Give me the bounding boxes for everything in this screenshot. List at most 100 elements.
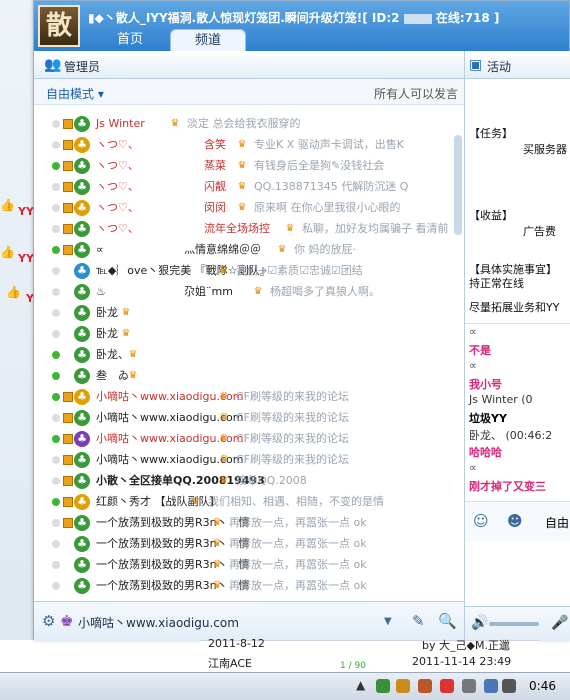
crown-icon: ♛ [128, 349, 138, 360]
user-row[interactable]: ♣ ヽつ♡、 蒸菜 ♛ 有钱身后全是狗✎没钱社会 [34, 155, 454, 177]
battery-icon[interactable] [462, 679, 476, 693]
volume-slider[interactable] [489, 622, 539, 626]
user-row[interactable]: ♣ 小嘀咕丶www.xiaodigu.com ♛ CF刷等级的来我的论坛 [34, 449, 454, 471]
edit-icon[interactable]: ✎ [412, 612, 425, 630]
activity-header[interactable]: ▣ 活动 [465, 51, 570, 79]
bg-yy-label: YY [18, 205, 34, 218]
user-row[interactable]: ♣ ヽつ♡、 含笑 ♛ 专业K X 驱动声卡调试，出售K [34, 134, 454, 156]
vip-icon [63, 413, 73, 423]
user-role-icon: ♣ [74, 410, 90, 426]
monitor-icon[interactable] [484, 679, 498, 693]
status-dot [52, 561, 60, 569]
window-title-text: ▮◆丶散人_IYY福洞.散人惊现灯笼团.瞬间升级灯笼![ ID:2 [88, 11, 400, 25]
user-role-icon: ♣ [74, 473, 90, 489]
user-row[interactable]: ♣ 卧龙 ♛ [34, 323, 454, 345]
qq-tray-icon[interactable] [440, 679, 454, 693]
mic-icon[interactable]: 🎤 [551, 615, 568, 631]
task-label: 【任务】 [469, 127, 513, 140]
user-row[interactable]: ♣ ∝ 灬情意绵绵＠＠ ♛ 你 妈的放屁· [34, 239, 454, 261]
vip-icon [63, 119, 73, 129]
user-name: ヽつ♡、 [96, 159, 139, 172]
user-row[interactable]: ♣ 一个放荡到极致的男R3n丶 情 ♛ 再奔放一点，再嚣张一点 ok [34, 512, 454, 534]
volume-bar: 🔊 🎤 [465, 606, 570, 641]
user-row[interactable]: ♣ 红颜丶秀才 【战队副队】 ♛ 我们相知、相遇、相随，不变的是情 [34, 491, 454, 513]
user-name: 卧龙 [96, 306, 118, 319]
emoji-icon[interactable]: ☺ [473, 512, 489, 530]
user-row[interactable]: ♣ 卧龙 ♛ [34, 302, 454, 324]
chat-message: 卧龙、 (00:46:2 [469, 429, 553, 442]
tab-home[interactable]: 首页 [94, 29, 166, 51]
redacted-block [403, 13, 432, 24]
user-row[interactable]: ♣ 叁 ゐ ♛ [34, 365, 454, 387]
user-name: Js Winter [96, 117, 145, 130]
admin-panel-header[interactable]: 👥 管理员 [34, 51, 464, 79]
crown-icon: ♛ [237, 181, 247, 192]
search-icon[interactable]: 🔍 [438, 612, 457, 630]
user-role-icon: ♣ [74, 536, 90, 552]
user-row[interactable]: ♣ ℡◆︴ove丶狠完美 『戰隊☆副队』 ♛ 我们→☑素质☑忠诚☑团结 [34, 260, 454, 282]
user-role-icon: ♣ [74, 347, 90, 363]
forum-date-1: 2011-8-12 [208, 637, 265, 650]
crown-icon: ♛ [237, 202, 247, 213]
user-row[interactable]: ♣ ♨ 尕姐¨mm ♛ 杨超喝多了真狼人啊。 [34, 281, 454, 303]
status-dot [52, 393, 60, 401]
crown-icon: ♛ [191, 496, 201, 507]
dropdown-icon[interactable]: ▼ [384, 616, 392, 627]
forum-user-1[interactable]: 江南ACE [208, 655, 252, 671]
chat-mode-label: 自由 [545, 516, 570, 530]
user-icon[interactable]: ☻ [507, 512, 523, 530]
mode-dropdown[interactable]: 自由模式 ▾ [46, 85, 104, 102]
thumb-icon: 👍 [0, 198, 15, 212]
forum-user-2[interactable]: by 大_己◆M.正邋 [422, 637, 510, 653]
user-list[interactable]: ♣ Js Winter ♛ 淡定 总会给我衣服穿的 ♣ ヽつ♡、 含笑 ♛ 专业K X 驱动声卡… [34, 105, 464, 601]
crown-icon: ♛ [219, 412, 229, 423]
clock[interactable]: 0:46 [529, 679, 556, 693]
status-dot [52, 183, 60, 191]
user-row[interactable]: ♣ 卧龙、 ♛ [34, 344, 454, 366]
vip-icon [63, 476, 73, 486]
network-icon[interactable] [376, 679, 390, 693]
income-label: 【收益】 [469, 209, 513, 222]
title-bar[interactable]: 散 ▮◆丶散人_IYY福洞.散人惊现灯笼团.瞬间升级灯笼![ ID:2 在线:7… [34, 1, 569, 51]
user-row[interactable]: ♣ 一个放荡到极致的男R3n丶 情 ♛ 再奔放一点，再嚣张一点 ok [34, 554, 454, 576]
user-role-icon: ♣ [74, 116, 90, 132]
user-row[interactable]: ♣ 小嘀咕丶www.xiaodigu.com ♛ CF刷等级的来我的论坛 [34, 428, 454, 450]
chat-message: 哈哈哈 [469, 446, 502, 459]
user-signature: 有钱身后全是狗✎没钱社会 [254, 159, 385, 172]
user-row[interactable]: ♣ ヽつ♡、 闪靓 ♛ QQ.138871345 代解防沉迷 Q [34, 176, 454, 198]
chat-message: Js Winter (0 [469, 393, 533, 406]
user-name: ヽつ♡、 [96, 180, 139, 193]
yy-tray-icon-2[interactable] [418, 679, 432, 693]
user-name: 一个放荡到极致的男R3n丶 情 [96, 537, 250, 550]
user-row[interactable]: ♣ Js Winter ♛ 淡定 总会给我衣服穿的 [34, 113, 454, 135]
user-row[interactable]: ♣ ヽつ♡、 流年全场场控 ♛ 私聊，加好友均属骗子 看清前 [34, 218, 454, 240]
crown-icon: ♛ [212, 580, 222, 591]
tab-channel[interactable]: 频道 [170, 29, 246, 51]
user-row[interactable]: ♣ 小散丶全区接单QQ.200819493 ♛ 接单QQ.2008 [34, 470, 454, 492]
scrollbar-thumb[interactable] [454, 135, 462, 235]
user-row[interactable]: ♣ 小嘀咕丶www.xiaodigu.com ♛ CF刷等级的来我的论坛 [34, 386, 454, 408]
bottom-bar: ⚙ ♚ 小嘀咕丶www.xiaodigu.com ▼ ✎ 🔍 [34, 601, 464, 641]
status-dot [52, 267, 60, 275]
status-dot [52, 414, 60, 422]
crown-icon: ♛ [170, 118, 180, 129]
user-signature: 我们相知、相遇、相随，不变的是情 [208, 495, 384, 508]
settings-icon[interactable]: ⚙ [42, 612, 55, 630]
user-name: ヽつ♡、 [96, 138, 139, 151]
status-dot [52, 582, 60, 590]
chat-message: ∝ [469, 461, 477, 474]
crown-icon: ♛ [212, 538, 222, 549]
speaker-icon[interactable]: 🔊 [471, 615, 488, 631]
user-signature: 接单QQ.2008 [236, 474, 307, 487]
arrow-up-icon[interactable]: ▲ [356, 678, 365, 692]
yy-channel-window: 散 ▮◆丶散人_IYY福洞.散人惊现灯笼团.瞬间升级灯笼![ ID:2 在线:7… [33, 0, 570, 641]
user-row[interactable]: ♣ ヽつ♡、 闵闵 ♛ 原来啊 在你心里我很小心眼的 [34, 197, 454, 219]
forum-page: 1 / 90 [340, 661, 366, 671]
yy-tray-icon[interactable] [396, 679, 410, 693]
user-row[interactable]: ♣ 一个放荡到极致的男R3n丶 情 ♛ 再奔放一点，再嚣张一点 ok [34, 575, 454, 597]
user-row[interactable]: ♣ 小嘀咕丶www.xiaodigu.com ♛ CF刷等级的来我的论坛 [34, 407, 454, 429]
user-role-icon: ♣ [74, 137, 90, 153]
volume-tray-icon[interactable] [502, 679, 516, 693]
user-row[interactable]: ♣ 一个放荡到极致的男R3n丶 情 ♛ 再奔放一点，再嚣张一点 ok [34, 533, 454, 555]
user-nickname: 蒸菜 [204, 159, 226, 172]
